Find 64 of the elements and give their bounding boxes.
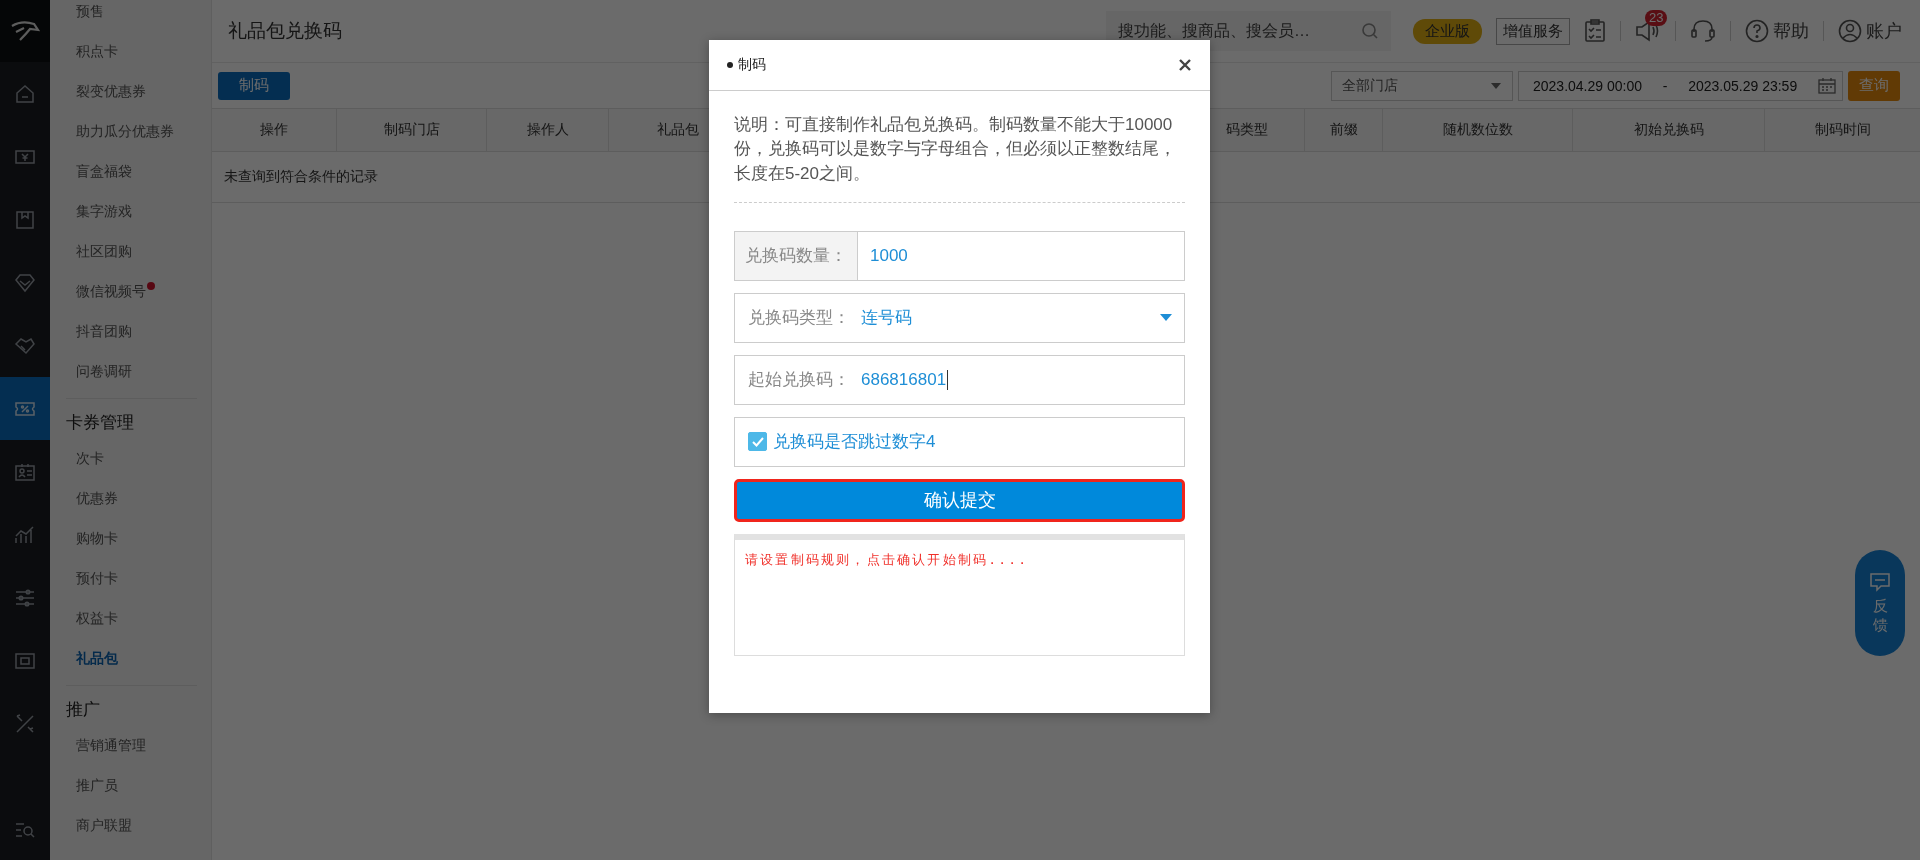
submenu-item[interactable]: 礼品包 bbox=[76, 650, 118, 668]
column-header: 随机数位数 bbox=[1383, 109, 1573, 151]
submenu-item[interactable]: 营销通管理 bbox=[76, 737, 146, 755]
query-button[interactable]: 查询 bbox=[1848, 70, 1900, 101]
log-message: 请设置制码规则，点击确认开始制码.... bbox=[745, 551, 1029, 567]
column-header: 初始兑换码 bbox=[1573, 109, 1765, 151]
calendar-icon bbox=[1817, 77, 1836, 94]
page-title: 礼品包兑换码 bbox=[228, 19, 342, 43]
close-icon bbox=[1178, 58, 1192, 72]
chart-icon bbox=[14, 523, 36, 546]
home-icon bbox=[14, 82, 36, 105]
column-header: 操作人 bbox=[487, 109, 609, 151]
submenu-item[interactable]: 集字游戏 bbox=[76, 203, 132, 221]
column-header: 制码门店 bbox=[337, 109, 487, 151]
submenu-item[interactable]: 微信视频号 bbox=[76, 283, 146, 301]
submenu-item[interactable]: 预售 bbox=[76, 3, 104, 21]
value-added-button[interactable]: 增值服务 bbox=[1496, 17, 1570, 45]
store-select[interactable]: 全部门店 bbox=[1331, 70, 1513, 101]
caret-icon bbox=[1490, 81, 1502, 90]
clipboard-icon[interactable] bbox=[1584, 19, 1606, 43]
quantity-field[interactable]: 兑换码数量： 1000 bbox=[734, 230, 1185, 281]
feedback-button[interactable]: 反馈 bbox=[1855, 550, 1905, 656]
column-header: 制码时间 bbox=[1813, 120, 1872, 139]
dialog-title: 制码 bbox=[727, 56, 766, 74]
search-field[interactable]: 搜功能、搜商品、搜会员… bbox=[1106, 11, 1391, 51]
submenu-item[interactable]: 推广员 bbox=[76, 777, 118, 795]
column-header: 前缀 bbox=[1305, 109, 1383, 151]
notification-badge: 23 bbox=[1645, 10, 1668, 26]
help-icon bbox=[1745, 19, 1769, 43]
checkbox-label[interactable]: 兑换码是否跳过数字4 bbox=[773, 430, 936, 454]
code-type-select[interactable]: 兑换码类型： 连号码 bbox=[734, 292, 1185, 343]
submenu-item[interactable]: 助力瓜分优惠券 bbox=[76, 123, 174, 141]
checkmark-icon bbox=[750, 435, 765, 448]
checkbox[interactable] bbox=[748, 432, 767, 452]
help-button[interactable]: 帮助 bbox=[1745, 19, 1809, 43]
submit-button[interactable]: 确认提交 bbox=[734, 478, 1185, 522]
description-text: 说明：可直接制作礼品包兑换码。制码数量不能大于10000份，兑换码可以是数字与字母组合，但必须以正整数结尾，长度在5-20之间。 bbox=[734, 113, 1185, 203]
submenu-item[interactable]: 次卡 bbox=[76, 450, 104, 468]
diamond-icon bbox=[14, 271, 36, 294]
search-icon bbox=[1361, 22, 1379, 40]
submenu-item[interactable]: 积点卡 bbox=[76, 43, 118, 61]
message-icon bbox=[1869, 571, 1891, 592]
user-icon bbox=[1838, 19, 1862, 43]
submenu-item[interactable]: 优惠券 bbox=[76, 490, 118, 508]
submenu-item[interactable]: 预付卡 bbox=[76, 570, 118, 588]
submenu-item[interactable]: 抖音团购 bbox=[76, 323, 132, 341]
submenu-item[interactable]: 商户联盟 bbox=[76, 817, 132, 835]
submenu-item[interactable]: 购物卡 bbox=[76, 530, 118, 548]
create-code-button[interactable]: 制码 bbox=[218, 71, 290, 100]
submenu-item[interactable]: 裂变优惠券 bbox=[76, 83, 146, 101]
submenu-item[interactable]: 权益卡 bbox=[76, 610, 118, 628]
submenu-item[interactable]: 社区团购 bbox=[76, 243, 132, 261]
start-code-field[interactable]: 起始兑换码： 686816801 bbox=[734, 354, 1185, 405]
headset-icon[interactable] bbox=[1690, 19, 1716, 43]
edition-badge: 企业版 bbox=[1413, 18, 1482, 44]
submenu-heading: 推广 bbox=[66, 698, 101, 721]
submenu-item[interactable]: 盲盒福袋 bbox=[76, 163, 132, 181]
submenu-item[interactable]: 问卷调研 bbox=[76, 363, 132, 381]
account-button[interactable]: 账户 bbox=[1838, 19, 1902, 43]
date-range-field[interactable]: 2023.04.29 00:00 - 2023.05.29 23:59 bbox=[1518, 70, 1843, 101]
box-icon bbox=[14, 208, 36, 231]
column-header: 操作 bbox=[212, 109, 337, 151]
caret-icon bbox=[1160, 314, 1172, 322]
submenu-heading: 卡券管理 bbox=[66, 411, 135, 434]
